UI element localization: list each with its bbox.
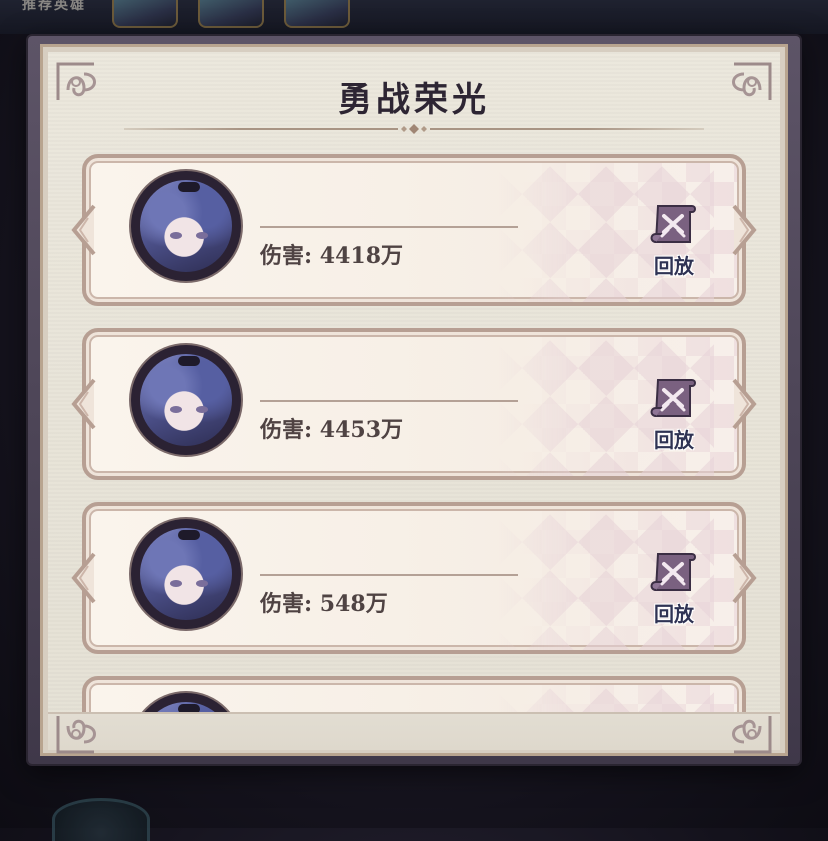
player-name-underline bbox=[260, 226, 518, 228]
battle-record-card: 伤害: 4418万 回放 bbox=[68, 154, 760, 306]
damage-value: 伤害: 4418万 bbox=[260, 243, 404, 269]
diamond-ornament-icon bbox=[398, 124, 430, 134]
card-arrow-right-icon bbox=[732, 552, 757, 604]
replay-label: 回放 bbox=[654, 254, 694, 278]
hero-avatar[interactable] bbox=[134, 174, 238, 278]
corner-ornament-icon bbox=[732, 716, 772, 754]
recommended-heroes-label: 推荐英雄 bbox=[22, 0, 86, 13]
hero-portrait bbox=[112, 0, 178, 28]
replay-button[interactable]: 回放 bbox=[644, 550, 704, 630]
hero-avatar[interactable] bbox=[134, 348, 238, 452]
card-arrow-left-icon bbox=[71, 378, 96, 430]
battle-record-card: 伤害: 548万 回放 bbox=[68, 502, 760, 654]
corner-ornament-icon bbox=[56, 716, 96, 754]
hero-portrait bbox=[198, 0, 264, 28]
card-arrow-left-icon bbox=[71, 204, 96, 256]
replay-scroll-icon bbox=[650, 379, 696, 417]
hero-avatar[interactable] bbox=[134, 522, 238, 626]
hero-portrait-image bbox=[140, 528, 232, 620]
card-arrow-left-icon bbox=[71, 552, 96, 604]
card-arrow-right-icon bbox=[732, 204, 757, 256]
replay-button[interactable]: 回放 bbox=[644, 202, 704, 282]
list-bottom-edge bbox=[48, 712, 780, 750]
battle-record-list[interactable]: 伤害: 4418万 回放 伤害: 4453万 回放 伤害: 548万 回放 bbox=[48, 150, 780, 712]
damage-value: 伤害: 4453万 bbox=[260, 417, 404, 443]
player-name-underline bbox=[260, 400, 518, 402]
hero-portrait-image bbox=[140, 180, 232, 272]
hero-portrait bbox=[284, 0, 350, 28]
battle-record-card: 伤害: 4453万 回放 bbox=[68, 328, 760, 480]
damage-value: 伤害: 548万 bbox=[260, 591, 388, 617]
replay-scroll-icon bbox=[650, 205, 696, 243]
card-arrow-right-icon bbox=[732, 378, 757, 430]
background-hero-avatar bbox=[52, 798, 150, 841]
dialog-title: 勇战荣光 bbox=[338, 80, 490, 120]
diamond-pattern bbox=[494, 688, 714, 712]
background-hero-strip: 推荐英雄 bbox=[0, 0, 828, 34]
replay-label: 回放 bbox=[654, 602, 694, 626]
hero-portrait-image bbox=[140, 354, 232, 446]
player-name-underline bbox=[260, 574, 518, 576]
replay-button[interactable]: 回放 bbox=[644, 376, 704, 456]
replay-scroll-icon bbox=[650, 553, 696, 591]
replay-label: 回放 bbox=[654, 428, 694, 452]
battle-record-card bbox=[68, 676, 760, 712]
